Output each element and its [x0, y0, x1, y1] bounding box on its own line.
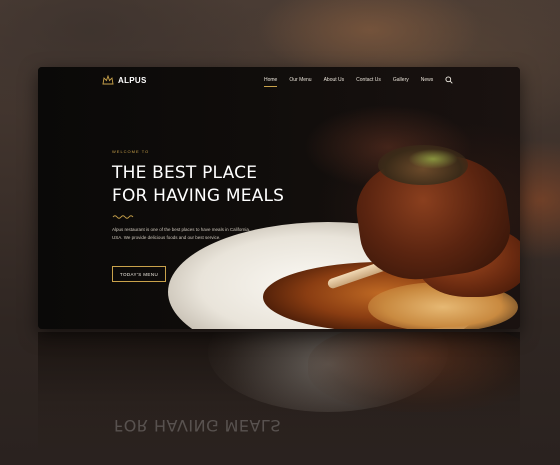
chef-hat-icon: [102, 75, 114, 85]
nav-item-gallery[interactable]: Gallery: [393, 77, 409, 83]
nav-item-contact-us[interactable]: Contact Us: [356, 77, 381, 83]
card-reflection: FOR HAVING MEALS: [38, 332, 520, 460]
wave-divider-icon: [112, 215, 134, 219]
nav-item-about-us[interactable]: About Us: [324, 77, 345, 83]
nav-item-news[interactable]: News: [421, 77, 434, 83]
reflection-headline: FOR HAVING MEALS: [114, 416, 281, 435]
search-icon[interactable]: [445, 76, 453, 84]
hero-headline-line-2: FOR HAVING MEALS: [112, 186, 285, 206]
hero-description: Alpus restaurant is one of the best plac…: [112, 227, 251, 240]
main-menu: Home Our Menu About Us Contact Us Galler…: [264, 77, 434, 87]
website-preview-card: ALPUS Home Our Menu About Us Contact Us …: [38, 67, 520, 329]
top-navigation: ALPUS Home Our Menu About Us Contact Us …: [38, 67, 520, 95]
hero-eyebrow: WELCOME TO: [112, 149, 150, 154]
reflection-meat: [308, 332, 520, 412]
hero-headline: THE BEST PLACE FOR HAVING MEALS: [112, 162, 284, 208]
herb-garnish-image: [408, 149, 458, 169]
brand-name: ALPUS: [118, 75, 147, 85]
hero-headline-line-1: THE BEST PLACE: [112, 163, 258, 183]
todays-menu-button[interactable]: TODAY'S MENU: [112, 266, 166, 282]
brand-logo[interactable]: ALPUS: [102, 75, 147, 85]
hero-content: WELCOME TO THE BEST PLACE FOR HAVING MEA…: [112, 149, 284, 242]
nav-item-home[interactable]: Home: [264, 77, 278, 87]
nav-item-our-menu[interactable]: Our Menu: [289, 77, 311, 83]
